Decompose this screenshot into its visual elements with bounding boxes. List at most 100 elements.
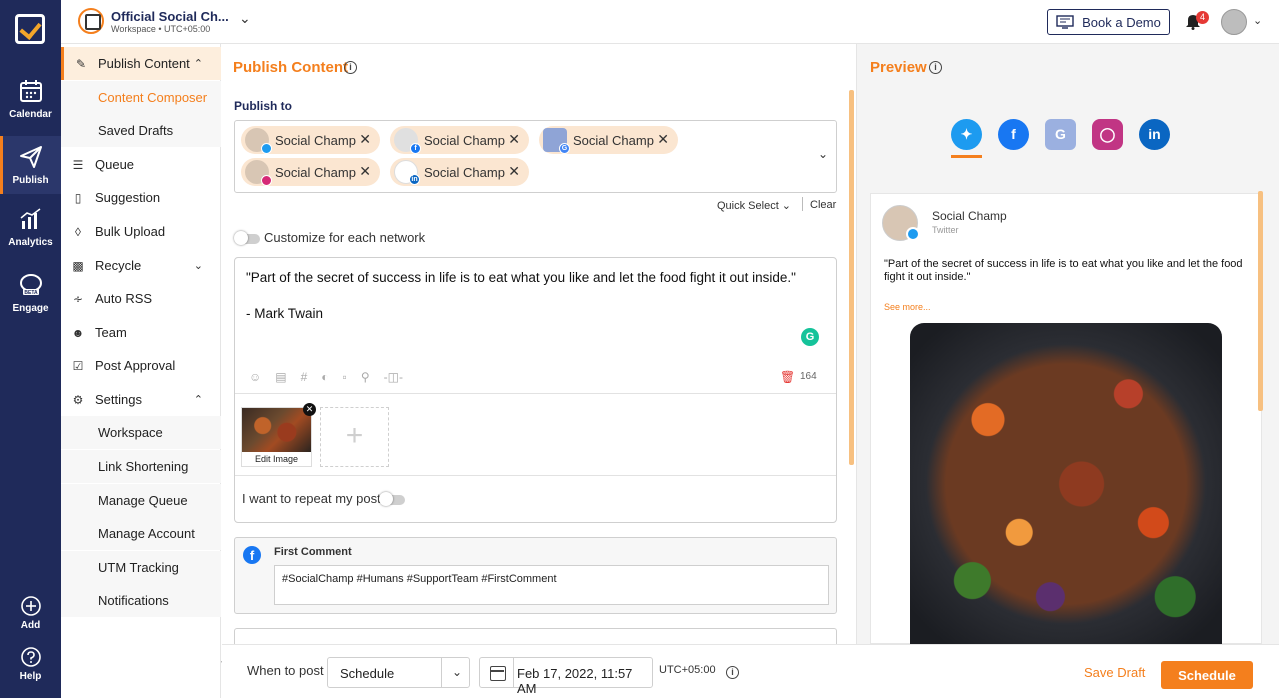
sidebar-item-workspace[interactable]: Workspace [61,416,221,449]
sidebar-item-bulk-upload[interactable]: ◊ Bulk Upload [61,215,221,248]
sidebar-item-manage-account[interactable]: Manage Account [61,517,221,550]
rail-item-help[interactable]: Help [0,646,61,686]
media-library-icon[interactable]: ▤ [275,370,286,384]
customize-network-toggle[interactable] [234,231,260,245]
tab-twitter[interactable]: ✦ [951,119,982,158]
chat-bubbles-icon: BETA [19,274,42,296]
account-avatar: G [543,128,570,154]
post-text-area[interactable]: "Part of the secret of success in life i… [246,269,816,323]
scrollbar[interactable] [849,90,854,465]
divider [441,658,442,687]
preview-post-text: "Part of the secret of success in life i… [884,258,1243,283]
demo-screen-icon [1056,15,1074,29]
sidebar-item-publish-content[interactable]: ✎ Publish Content ⌃ [61,47,221,80]
facebook-icon: f [410,143,421,154]
save-draft-button[interactable]: Save Draft [1084,665,1145,680]
beta-badge: BETA [24,290,38,296]
sidebar-item-recycle[interactable]: ▩ Recycle ⌄ [61,249,221,282]
post-editor: "Part of the secret of success in life i… [234,257,837,523]
edit-image-button[interactable]: Edit Image [242,454,311,464]
emoji-icon[interactable]: ☺ [249,370,261,384]
image-thumbnail[interactable]: Edit Image ✕ [241,403,316,467]
close-icon[interactable]: ✕ [359,163,371,180]
account-avatar: f [394,128,421,154]
sidebar-item-saved-drafts[interactable]: Saved Drafts [61,114,221,147]
sidebar-item-settings[interactable]: ⚙ Settings ⌃ [61,383,221,416]
sidebar-item-label: Saved Drafts [98,123,174,138]
social-champ-logo[interactable] [15,14,45,44]
tab-instagram[interactable]: ◯ [1092,119,1123,150]
grammarly-icon[interactable]: G [801,328,819,346]
sidebar-item-notifications[interactable]: Notifications [61,584,221,617]
book-demo-button[interactable]: Book a Demo [1047,9,1170,35]
sidebar-item-label: Workspace [98,425,163,440]
close-icon[interactable]: ✕ [508,163,520,180]
add-media-button[interactable]: + [320,407,389,467]
hashtag-icon[interactable]: # [301,370,308,384]
clear-button[interactable]: Clear [810,199,836,211]
account-chip: G Social Champ ✕ [539,126,678,154]
schedule-button[interactable]: Schedule [1161,661,1253,689]
info-icon[interactable]: i [344,61,357,74]
scrollbar[interactable] [1258,191,1263,411]
instagram-icon: ◯ [1099,126,1116,142]
rail-label-help: Help [19,671,42,682]
rail-label-add: Add [20,620,41,631]
account-chip: in Social Champ ✕ [390,158,529,186]
location-pin-icon[interactable]: ⚲ [361,370,370,384]
sidebar-item-label: Publish Content [98,56,190,71]
chevron-down-icon: ⌄ [193,260,203,272]
tab-facebook[interactable]: f [998,119,1029,150]
divider [235,475,836,476]
close-icon[interactable]: ✕ [657,131,669,148]
sidebar-item-manage-queue[interactable]: Manage Queue [61,484,221,517]
sidebar-item-content-composer[interactable]: Content Composer [61,81,221,114]
chevron-down-icon[interactable]: ⌄ [818,147,828,161]
when-to-post-select[interactable]: Schedule ⌄ [327,657,470,688]
sidebar-item-auto-rss[interactable]: ∻ Auto RSS [61,282,221,315]
sidebar-item-label: Content Composer [98,90,208,105]
sidebar-item-link-shortening[interactable]: Link Shortening [61,450,221,483]
plus-circle-icon [20,596,41,616]
workspace-avatar[interactable] [78,8,104,34]
canva-icon[interactable]: ◐ [321,370,328,384]
user-avatar[interactable] [1221,9,1247,35]
sidebar-item-queue[interactable]: ☰ Queue [61,148,221,181]
rail-item-add[interactable]: Add [0,595,61,635]
info-icon[interactable]: i [726,666,739,679]
chevron-down-icon[interactable]: ⌄ [1253,14,1262,27]
chevron-down-icon[interactable]: ⌄ [239,10,251,27]
sidebar-item-post-approval[interactable]: ☑ Post Approval [61,349,221,382]
rail-item-engage[interactable]: BETA Engage [0,272,61,320]
close-icon[interactable]: ✕ [508,131,520,148]
sidebar-item-team[interactable]: ☻ Team [61,316,221,349]
close-icon[interactable]: ✕ [303,403,316,416]
quick-select-button[interactable]: Quick Select ⌄ [717,199,791,212]
repeat-post-toggle[interactable] [379,492,405,506]
date-time-picker[interactable]: Feb 17, 2022, 11:57 AM [479,657,653,696]
tab-linkedin[interactable]: in [1139,119,1170,150]
character-count: 164 [800,371,817,382]
first-comment-input[interactable]: #SocialChamp #Humans #SupportTeam #First… [274,565,829,605]
account-avatar [245,128,272,154]
rail-item-publish[interactable]: Publish [0,136,61,194]
publish-title: Publish Content [233,59,348,76]
see-more-link[interactable]: See more... [884,302,931,312]
workspace-name[interactable]: Official Social Ch... [111,9,229,24]
repeat-post-label: I want to repeat my post [242,491,381,506]
rail-item-analytics[interactable]: Analytics [0,206,61,254]
tab-google-business[interactable]: G [1045,119,1076,150]
inbox-icon[interactable]: ▫ [343,370,347,384]
trash-icon[interactable]: 🗑 [780,370,795,384]
rail-item-calendar[interactable]: Calendar [0,78,61,126]
close-icon[interactable]: ✕ [359,131,371,148]
info-icon[interactable]: i [929,61,942,74]
bookmark-icon: ▯ [74,190,82,205]
pencil-icon: ✎ [75,56,87,71]
link-shortener-icon[interactable]: -◫- [384,370,403,384]
account-selector[interactable]: Social Champ ✕ f Social Champ ✕ G Social… [234,120,837,193]
sidebar-item-suggestion[interactable]: ▯ Suggestion [61,181,221,214]
account-chip-label: Social Champ [424,164,505,180]
schedule-footer: When to post Schedule ⌄ Feb 17, 2022, 11… [222,644,1279,698]
sidebar-item-utm-tracking[interactable]: UTM Tracking [61,551,221,584]
